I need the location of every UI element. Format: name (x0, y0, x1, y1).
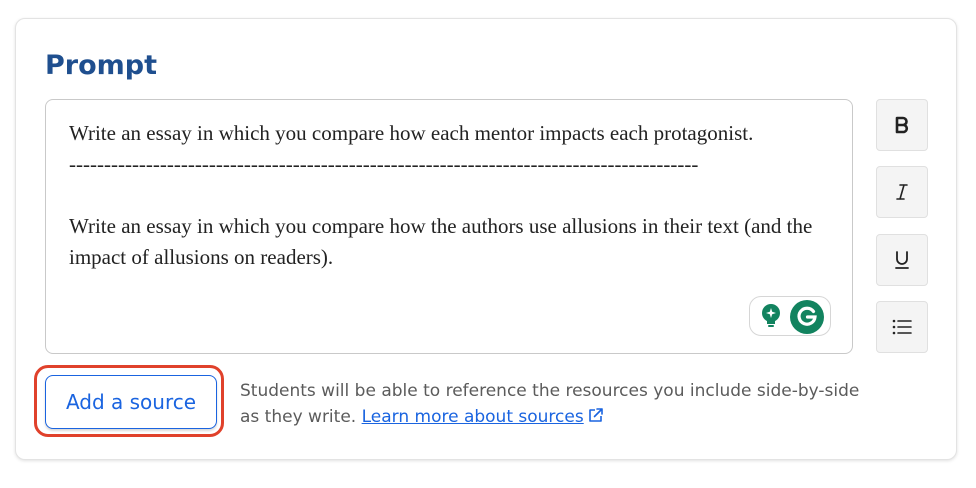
lightbulb-sparkle-icon[interactable] (757, 302, 785, 330)
prompt-editor[interactable]: Write an essay in which you compare how … (45, 99, 853, 354)
prompt-paragraph-2: Write an essay in which you compare how … (69, 214, 818, 269)
learn-more-link-label[interactable]: Learn more about sources (362, 407, 584, 427)
external-link-icon[interactable] (587, 407, 604, 424)
list-button[interactable] (876, 301, 928, 353)
learn-more-link[interactable]: Learn more about sources (362, 407, 604, 427)
bold-icon (895, 116, 908, 134)
prompt-paragraph-1: Write an essay in which you compare how … (69, 121, 754, 145)
underline-button[interactable] (876, 234, 928, 286)
add-source-button[interactable]: Add a source (45, 375, 217, 429)
bold-button[interactable] (876, 99, 928, 151)
underline-icon (895, 251, 909, 269)
italic-icon (896, 184, 908, 200)
sources-help: Students will be able to reference the r… (240, 378, 860, 430)
section-title: Prompt (45, 50, 158, 81)
italic-button[interactable] (876, 166, 928, 218)
grammarly-widget[interactable] (749, 296, 831, 336)
bulleted-list-icon (892, 319, 912, 335)
prompt-divider-line: ----------------------------------------… (69, 152, 699, 176)
grammarly-g-icon[interactable] (790, 300, 824, 334)
editor-content[interactable]: Write an essay in which you compare how … (69, 118, 839, 273)
prompt-blank-line (69, 180, 839, 211)
